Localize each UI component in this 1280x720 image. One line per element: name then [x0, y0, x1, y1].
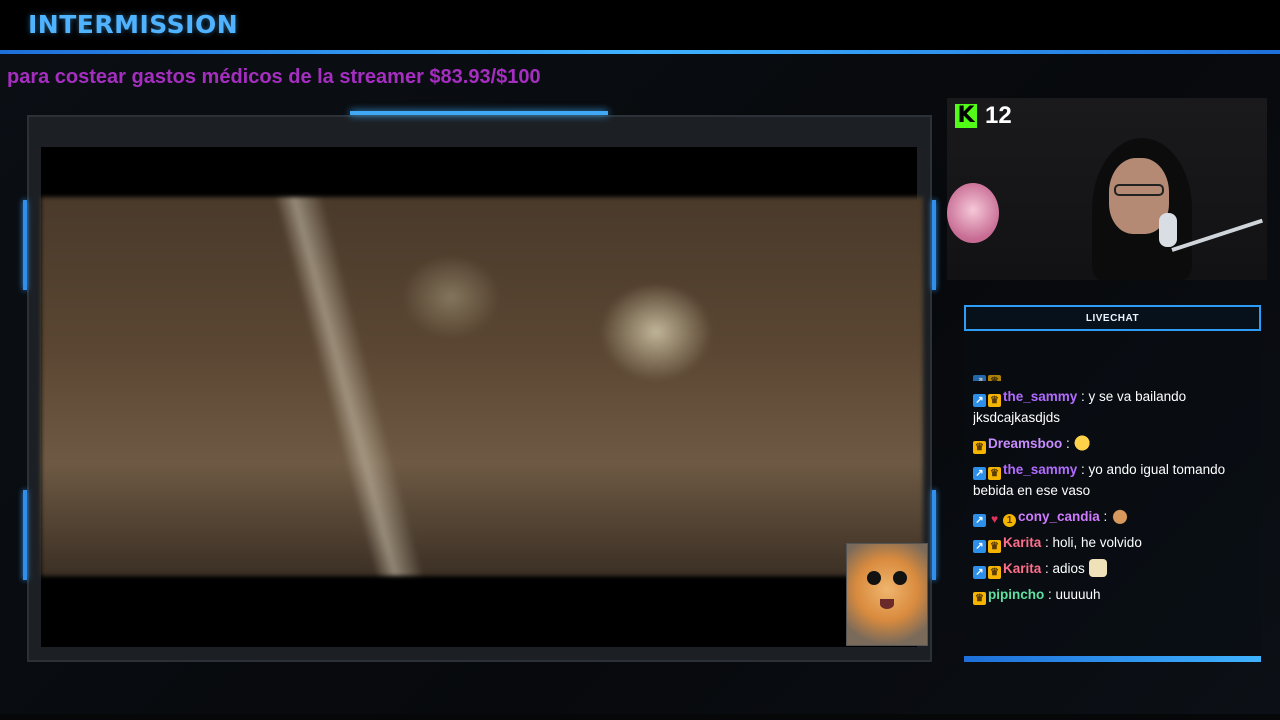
boost-badge-icon: ↗: [973, 566, 986, 579]
crown-badge-icon: ♛: [988, 540, 1001, 553]
chat-message-text: : adios: [1041, 561, 1089, 576]
microphone: [1159, 213, 1177, 247]
chat-bottom-accent: [964, 656, 1261, 662]
boost-badge-icon: ↗: [973, 540, 986, 553]
chat-message: ↗ ♥ 1 cony_candia :: [973, 506, 1253, 527]
cat-mouth: [880, 599, 894, 609]
chat-message: ♛ Dreamsboo :: [973, 433, 1253, 454]
crown-badge-icon: ♛: [988, 467, 1001, 480]
chat-username[interactable]: pipincho: [988, 587, 1044, 602]
chat-username[interactable]: Dreamsboo: [988, 436, 1062, 451]
frame-right-accent-bottom: [932, 490, 936, 580]
donation-goal-text: para costear gastos médicos de la stream…: [7, 66, 541, 88]
viewer-count-badge: K 12: [955, 102, 1012, 130]
chat-message: ↗ ♛ Karita : holi, he volvido: [973, 532, 1253, 553]
chat-message-text: : holi, he volvido: [1041, 535, 1142, 550]
kick-icon: K: [955, 104, 977, 128]
frame-right-accent-top: [932, 200, 936, 290]
chat-username[interactable]: Karita: [1003, 561, 1041, 576]
chat-message: ♛ pipincho : uuuuuh: [973, 584, 1253, 605]
chat-username[interactable]: the_sammy: [1003, 389, 1077, 404]
plush-toy: [947, 183, 999, 243]
chat-username[interactable]: cony_candia: [1018, 509, 1100, 524]
gift-badge-icon: 1: [1003, 514, 1016, 527]
chat-username[interactable]: Karita: [1003, 535, 1041, 550]
chat-emote-icon: [1111, 507, 1130, 525]
chat-message: ↗ ♛ the_sammy : yo ando igual tomando bebi…: [973, 459, 1253, 501]
page-title: INTERMISSION: [28, 10, 239, 39]
chat-message: ↗ ♛ the_sammy : y se va bailando jksdcajka…: [973, 386, 1253, 428]
frame-left-accent-top: [23, 200, 27, 290]
boost-badge-icon: ↗: [973, 514, 986, 527]
cat-face-cam: [846, 543, 928, 646]
crown-badge-icon: ♛: [988, 375, 1001, 381]
crown-badge-icon: ♛: [988, 566, 1001, 579]
boost-badge-icon: ↗: [973, 467, 986, 480]
cat-eye-left: [867, 571, 881, 585]
boost-badge-icon: ↗: [973, 375, 986, 381]
chat-message-partial: ↗♛: [973, 368, 1253, 381]
boost-badge-icon: ↗: [973, 394, 986, 407]
crown-badge-icon: ♛: [973, 441, 986, 454]
crown-badge-icon: ♛: [988, 394, 1001, 407]
crown-badge-icon: ♛: [973, 592, 986, 605]
chat-message-text: :: [1099, 509, 1112, 524]
frame-top-accent: [350, 111, 608, 115]
video-scene: [41, 197, 923, 576]
viewer-count: 12: [985, 102, 1012, 129]
streamer-glasses: [1114, 184, 1164, 196]
chat-message-text: :: [1062, 436, 1074, 451]
cat-eye-right: [893, 571, 907, 585]
chat-header: LIVECHAT: [964, 305, 1261, 331]
heart-badge-icon: ♥: [990, 512, 999, 526]
chat-emote-icon: [1073, 434, 1092, 452]
chat-message-list[interactable]: ↗♛ ↗♛the_sammy : y se va bailando jksdca…: [973, 368, 1253, 648]
chat-message-text: : uuuuuh: [1044, 587, 1101, 602]
chat-emote-icon: [1088, 559, 1107, 577]
chat-username[interactable]: the_sammy: [1003, 462, 1077, 477]
chat-message: ↗ ♛ Karita : adios: [973, 558, 1253, 579]
frame-left-accent-bottom: [23, 490, 27, 580]
